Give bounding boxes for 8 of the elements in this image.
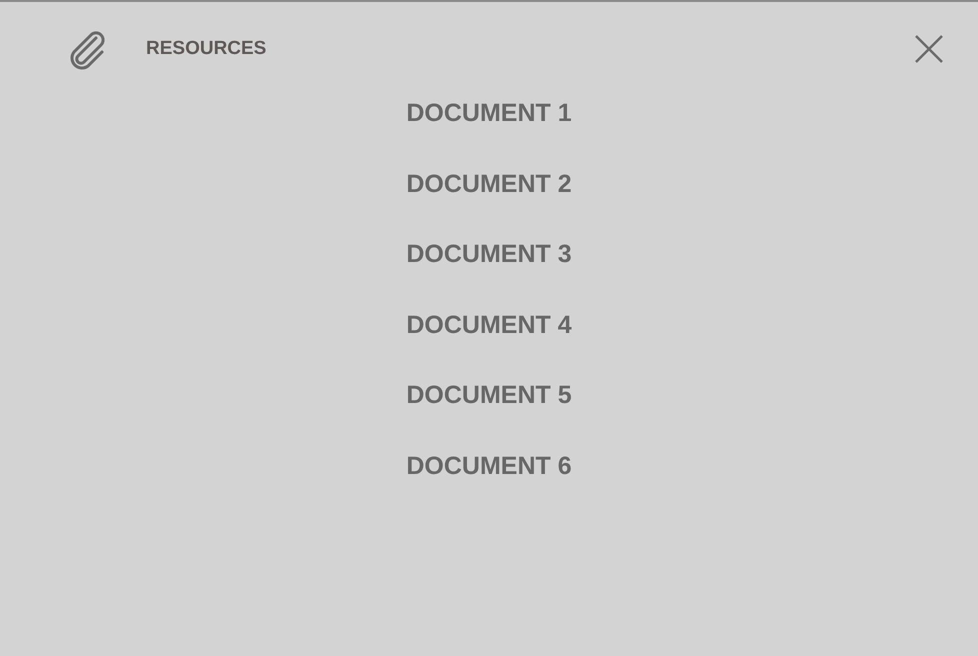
document-link[interactable]: DOCUMENT 1 (406, 98, 572, 128)
document-link[interactable]: DOCUMENT 6 (406, 450, 572, 480)
document-link[interactable]: DOCUMENT 5 (406, 380, 572, 410)
document-link[interactable]: DOCUMENT 4 (406, 310, 572, 340)
document-link[interactable]: DOCUMENT 2 (406, 168, 572, 198)
close-icon (914, 34, 944, 64)
panel-title: RESOURCES (146, 38, 268, 60)
document-link[interactable]: DOCUMENT 3 (406, 239, 572, 269)
